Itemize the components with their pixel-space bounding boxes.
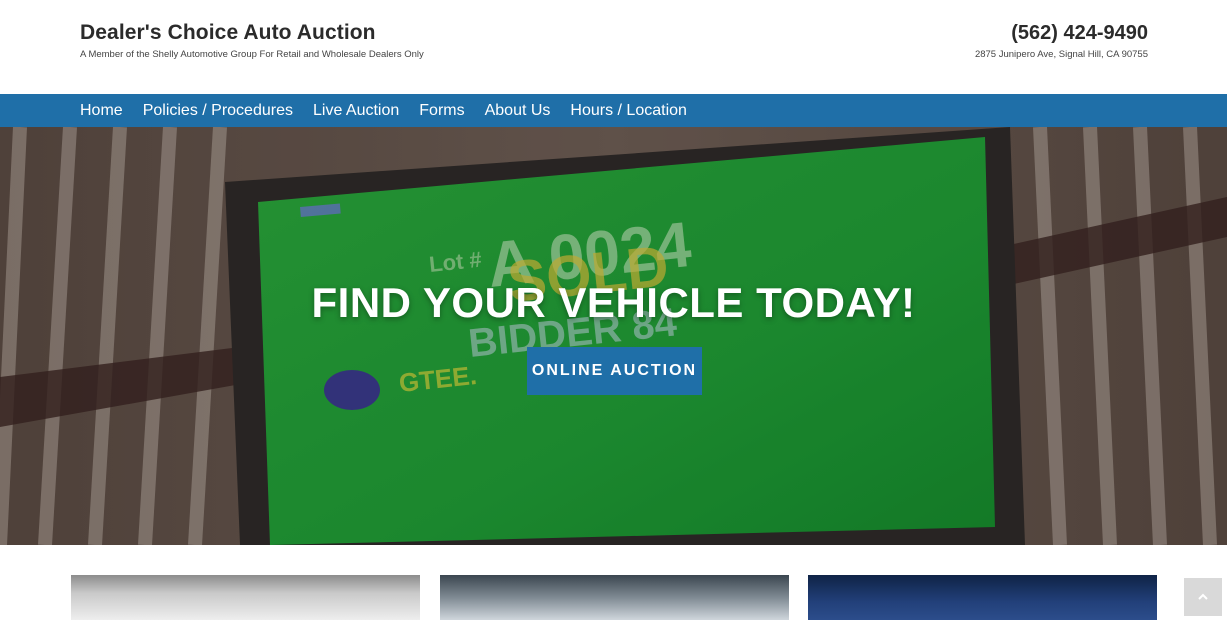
chevron-up-icon xyxy=(1198,593,1208,600)
online-auction-button[interactable]: ONLINE AUCTION xyxy=(527,347,702,395)
nav-item-hours-location[interactable]: Hours / Location xyxy=(570,94,687,127)
nav-item-about-us[interactable]: About Us xyxy=(485,94,551,127)
phone-number[interactable]: (562) 424-9490 xyxy=(975,20,1148,46)
contact-info: (562) 424-9490 2875 Junipero Ave, Signal… xyxy=(975,20,1148,62)
nav-item-policies-procedures[interactable]: Policies / Procedures xyxy=(143,94,293,127)
scroll-to-top-button[interactable] xyxy=(1184,578,1222,616)
feature-card-image-3[interactable] xyxy=(808,575,1157,620)
hero-banner: Lot # A 0024 SOLD BIDDER 84 GTEE. FIND Y… xyxy=(0,127,1227,545)
nav-item-home[interactable]: Home xyxy=(80,94,123,127)
address: 2875 Junipero Ave, Signal Hill, CA 90755 xyxy=(974,49,1148,60)
feature-card-image-1[interactable] xyxy=(71,575,420,620)
nav-item-forms[interactable]: Forms xyxy=(419,94,464,127)
nav-list: Home Policies / Procedures Live Auction … xyxy=(80,94,707,127)
hero-overlay xyxy=(0,127,1227,545)
site-title[interactable]: Dealer's Choice Auto Auction xyxy=(80,20,424,46)
hero-title: FIND YOUR VEHICLE TODAY! xyxy=(311,279,916,326)
feature-card-image-2[interactable] xyxy=(440,575,789,620)
brand: Dealer's Choice Auto Auction A Member of… xyxy=(80,20,424,62)
nav-item-live-auction[interactable]: Live Auction xyxy=(313,94,399,127)
site-tagline: A Member of the Shelly Automotive Group … xyxy=(80,49,424,60)
main-nav: Home Policies / Procedures Live Auction … xyxy=(0,94,1227,127)
site-header: Dealer's Choice Auto Auction A Member of… xyxy=(0,0,1227,94)
